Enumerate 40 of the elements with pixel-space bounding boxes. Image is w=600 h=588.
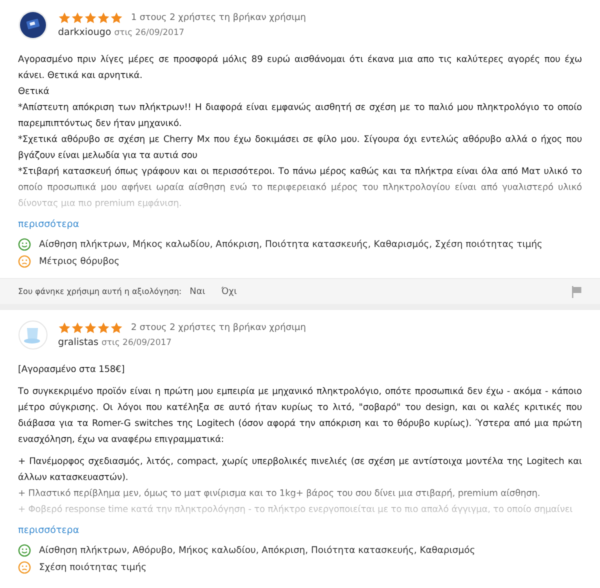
cons-text: Μέτριος θόρυβος bbox=[39, 256, 120, 267]
review-text: + Πανέμορφος σχεδιασμός, λιτός, compact, χωρίς υπερβολικές πινελιές (σε σχέση με αντίστοιχα μοντέλα της Logitech και άλλων κατασκευαστών). bbox=[18, 456, 582, 485]
read-more-link[interactable]: περισσότερα bbox=[18, 525, 80, 536]
review-text: *Στιβαρή κατασκευή όπως γράφουν και οι περισσότεροι. Το πάνω μέρος καθώς και τα πλήκτρα είναι όλα από Ματ υλικό το οποίο προσωπικά μου αφήνει ωραία αίσθηση ενώ το περιφερειακό μέρος του πληκτρολογίου είναι από γυαλιστερό υλικό δίνοντας μια πιο premium εμφάνιση. bbox=[18, 166, 582, 211]
star-icon bbox=[84, 322, 97, 334]
pros-text: Αίσθηση πλήκτρων, Αθόρυβο, Μήκος καλωδίου, Απόκριση, Ποιότητα κατασκευής, Καθαρισμός bbox=[39, 545, 476, 556]
review-text: [Αγορασμένο στα 158€] bbox=[18, 364, 126, 377]
review-text: + Πλαστικό περίβλημα μεν, όμως το ματ φινίρισμα και το 1kg+ βάρος του σου δίνει μια στιβαρή, premium αίσθηση. bbox=[18, 488, 542, 501]
author-name: gralistas bbox=[58, 337, 98, 348]
star-icon bbox=[97, 12, 110, 24]
avatar bbox=[18, 320, 48, 350]
smiley-icon bbox=[18, 238, 31, 251]
review-text: *Σχετικά αθόρυβο σε σχέση με Cherry Mx που έχω δοκιμάσει σε φίλο μου. Σίγουρα όχι εντελώς αθόρυβο αλλά ο ήχος που βγάζουν είναι μελωδία για τα αυτιά σου bbox=[18, 134, 582, 163]
avatar bbox=[18, 10, 48, 40]
read-more-link[interactable]: περισσότερα bbox=[18, 219, 80, 230]
review-text: Αγορασμένο πριν λίγες μέρες σε προσφορά μόλις 89 ευρώ αισθάνομαι ότι έκανα μια απο τις καλύτερες αγορές που έχω κάνει. Θετικά και αρνητικά. bbox=[18, 54, 582, 83]
star-icon bbox=[58, 12, 71, 24]
helpful-count: 2 στους 2 χρήστες τη βρήκαν χρήσιμη bbox=[131, 323, 306, 333]
review-date: στις 26/09/2017 bbox=[101, 338, 172, 348]
review-text: Θετικά bbox=[18, 86, 50, 99]
star-icon bbox=[97, 322, 110, 334]
review-text: Το συγκεκριμένο προϊόν είναι η πρώτη μου εμπειρία με μηχανικό πληκτρολόγιο, οπότε προσωπικά δεν έχω - ακόμα - κάποιο μέτρο σύγκρισης. Οι λόγοι που κατέληξα σε αυτό ήταν κυρίως το λιτό, "σοβαρό" του design, και οι καλές κριτικές που διάβασα για τα Romer-G switches της Logitech (όσον αφορά την απόκριση και το θόρυβο κυρίως). Ύστερα από μια πρώτη ενασχόληση, έχω να αναφέρω επιγραμματικά: bbox=[18, 386, 582, 447]
author-name: darkxiougo bbox=[58, 27, 112, 38]
cons-text: Σχέση ποιότητας τιμής bbox=[39, 562, 146, 573]
review-text: *Απίστευτη απόκριση των πλήκτρων!! Η διαφορά είναι εμφανώς αισθητή σε σχέση με το παλιό μου πληκτρολόγιο το οποίο παρεμπιπτόντως δεν ήταν μηχανικό. bbox=[18, 102, 582, 131]
feedback-question: Σου φάνηκε χρήσιμη αυτή η αξιολόγηση: bbox=[18, 287, 182, 296]
helpful-count: 1 στους 2 χρήστες τη βρήκαν χρήσιμη bbox=[131, 13, 306, 23]
review-text: + Φοβερό response time κατά την πληκτρολόγηση - το πλήκτρο ενεργοποιείται με το πιο απαλό άγγιγμα, το οποίο σημαίνει bbox=[18, 504, 574, 517]
star-icon bbox=[71, 12, 84, 24]
pros-text: Αίσθηση πλήκτρων, Μήκος καλωδίου, Απόκριση, Ποιότητα κατασκευής, Καθαρισμός, Σχέση ποιότητας τιμής bbox=[39, 239, 542, 250]
review-date: στις 26/09/2017 bbox=[114, 28, 184, 38]
star-icon bbox=[58, 322, 71, 334]
star-icon bbox=[110, 12, 123, 24]
flag-icon[interactable] bbox=[571, 286, 582, 298]
yes-link[interactable]: Ναι bbox=[190, 286, 206, 296]
star-icon bbox=[71, 322, 84, 334]
no-link[interactable]: Όχι bbox=[221, 286, 237, 296]
star-icon bbox=[110, 322, 123, 334]
smiley-icon bbox=[18, 544, 31, 557]
star-icon bbox=[84, 12, 97, 24]
